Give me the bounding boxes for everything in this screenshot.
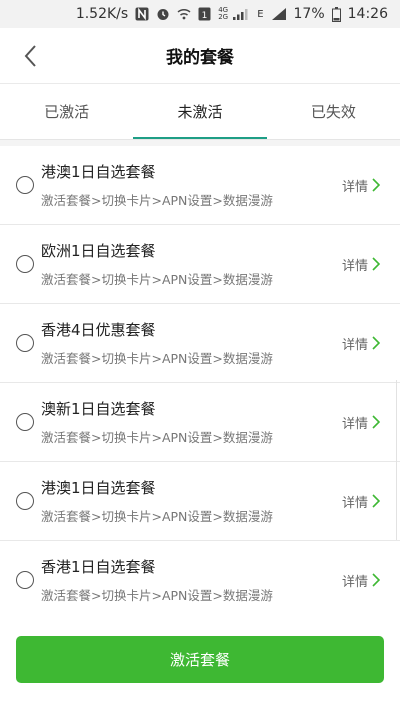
detail-link[interactable]: 详情 — [342, 492, 380, 511]
radio-button[interactable] — [16, 176, 34, 194]
footer-area: 激活套餐 — [0, 616, 400, 711]
package-steps: 激活套餐>切换卡片>APN设置>数据漫游 — [41, 272, 273, 287]
activate-package-button[interactable]: 激活套餐 — [16, 636, 384, 683]
back-button[interactable] — [14, 40, 46, 72]
chevron-right-icon — [372, 178, 380, 192]
package-title: 香港1日自选套餐 — [41, 558, 156, 576]
page-title: 我的套餐 — [166, 48, 234, 68]
detail-label: 详情 — [341, 258, 368, 274]
radio-button[interactable] — [16, 571, 34, 589]
network-type: 4G 2G — [218, 6, 229, 21]
detail-link[interactable]: 详情 — [342, 255, 380, 274]
battery-icon — [331, 6, 341, 22]
package-list: 港澳1日自选套餐 激活套餐>切换卡片>APN设置>数据漫游 详情 欧洲1日自选套… — [0, 146, 400, 620]
tab-expired[interactable]: 已失效 — [267, 84, 400, 139]
signal-icon-2 — [271, 7, 287, 21]
package-title: 港澳1日自选套餐 — [41, 163, 156, 181]
wifi-icon — [177, 7, 191, 21]
package-steps: 激活套餐>切换卡片>APN设置>数据漫游 — [41, 351, 273, 366]
package-item[interactable]: 欧洲1日自选套餐 激活套餐>切换卡片>APN设置>数据漫游 详情 — [0, 225, 400, 304]
alarm-icon — [156, 7, 170, 21]
package-steps: 激活套餐>切换卡片>APN设置>数据漫游 — [41, 588, 273, 603]
detail-link[interactable]: 详情 — [342, 334, 380, 353]
package-title: 欧洲1日自选套餐 — [41, 242, 156, 260]
detail-link[interactable]: 详情 — [342, 176, 380, 195]
radio-button[interactable] — [16, 492, 34, 510]
radio-button[interactable] — [16, 255, 34, 273]
scrollbar[interactable] — [396, 380, 400, 540]
package-item[interactable]: 港澳1日自选套餐 激活套餐>切换卡片>APN设置>数据漫游 详情 — [0, 462, 400, 541]
chevron-right-icon — [372, 336, 380, 350]
radio-button[interactable] — [16, 413, 34, 431]
package-item[interactable]: 澳新1日自选套餐 激活套餐>切换卡片>APN设置>数据漫游 详情 — [0, 383, 400, 462]
package-item[interactable]: 香港4日优惠套餐 激活套餐>切换卡片>APN设置>数据漫游 详情 — [0, 304, 400, 383]
tab-bar: 已激活 未激活 已失效 — [0, 84, 400, 140]
tab-activated[interactable]: 已激活 — [0, 84, 133, 139]
nfc-icon — [135, 7, 149, 21]
signal-icon: 4G 2G — [218, 7, 250, 21]
package-title: 香港4日优惠套餐 — [41, 321, 156, 339]
network-letter: E — [257, 8, 264, 20]
chevron-right-icon — [372, 257, 380, 271]
package-title: 港澳1日自选套餐 — [41, 479, 156, 497]
detail-label: 详情 — [341, 495, 368, 511]
detail-link[interactable]: 详情 — [342, 413, 380, 432]
clock: 14:26 — [347, 6, 388, 22]
package-steps: 激活套餐>切换卡片>APN设置>数据漫游 — [41, 509, 273, 524]
detail-link[interactable]: 详情 — [342, 571, 380, 590]
detail-label: 详情 — [341, 416, 368, 432]
radio-button[interactable] — [16, 334, 34, 352]
package-item[interactable]: 香港1日自选套餐 激活套餐>切换卡片>APN设置>数据漫游 详情 — [0, 541, 400, 620]
detail-label: 详情 — [341, 574, 368, 590]
chevron-left-icon — [24, 45, 36, 67]
svg-text:1: 1 — [202, 11, 208, 21]
status-bar: 1.52K/s 1 4G 2G E 17% 14:26 — [0, 0, 400, 28]
chevron-right-icon — [372, 494, 380, 508]
detail-label: 详情 — [341, 179, 368, 195]
network-speed: 1.52K/s — [75, 6, 129, 22]
package-title: 澳新1日自选套餐 — [41, 400, 156, 418]
battery-percent: 17% — [293, 6, 325, 22]
sim-icon: 1 — [198, 7, 211, 21]
nav-bar: 我的套餐 — [0, 28, 400, 84]
chevron-right-icon — [372, 415, 380, 429]
package-steps: 激活套餐>切换卡片>APN设置>数据漫游 — [41, 193, 273, 208]
package-item[interactable]: 港澳1日自选套餐 激活套餐>切换卡片>APN设置>数据漫游 详情 — [0, 146, 400, 225]
chevron-right-icon — [372, 573, 380, 587]
tab-not-activated[interactable]: 未激活 — [133, 84, 267, 139]
detail-label: 详情 — [341, 337, 368, 353]
package-steps: 激活套餐>切换卡片>APN设置>数据漫游 — [41, 430, 273, 445]
